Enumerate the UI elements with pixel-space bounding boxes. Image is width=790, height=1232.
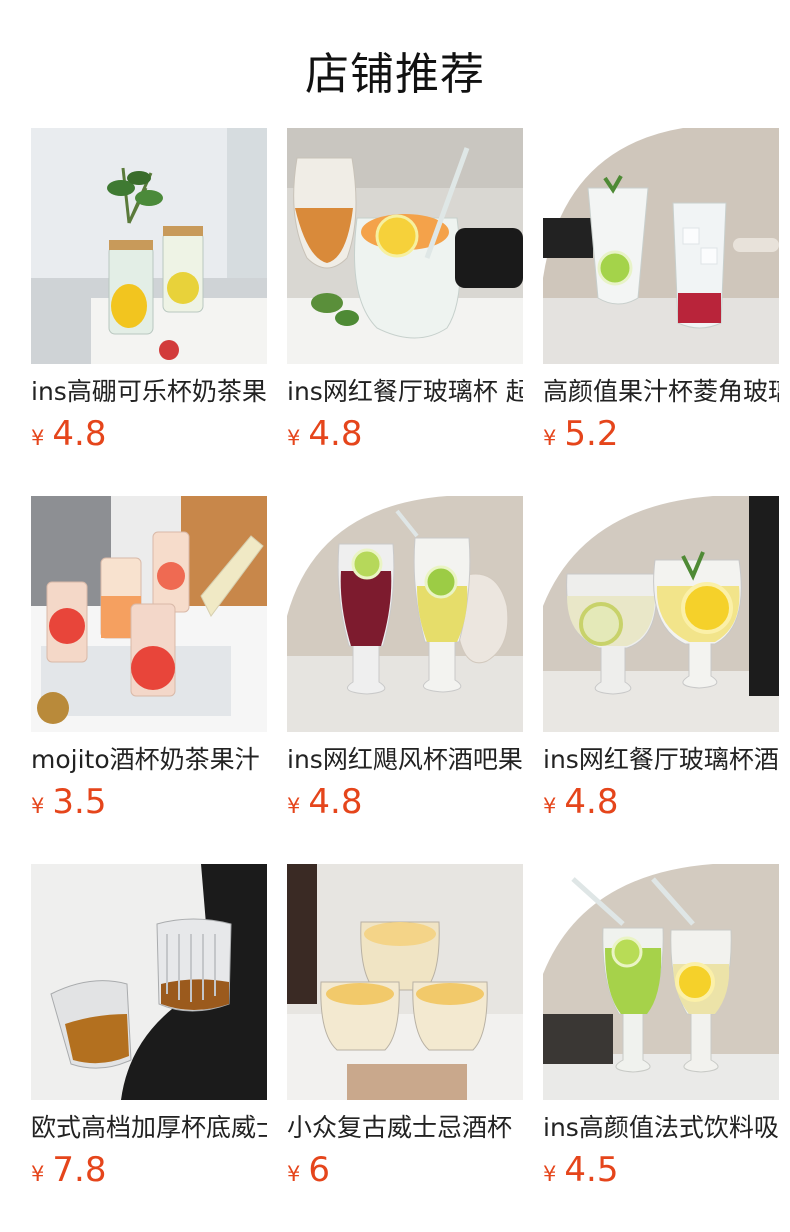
product-price: ¥4.8	[543, 782, 618, 822]
product-price: ¥6	[287, 1150, 330, 1190]
product-card[interactable]: ins网红餐厅玻璃杯酒 ¥4.8	[543, 496, 779, 864]
currency-symbol: ¥	[287, 1162, 301, 1186]
product-name[interactable]: 欧式高档加厚杯底威士	[31, 1112, 267, 1144]
product-price: ¥3.5	[31, 782, 106, 822]
product-image[interactable]	[543, 128, 779, 364]
currency-symbol: ¥	[287, 426, 301, 450]
price-value: 5.2	[564, 414, 619, 454]
product-name[interactable]: mojito酒杯奶茶果汁	[31, 744, 267, 776]
currency-symbol: ¥	[543, 1162, 557, 1186]
product-name[interactable]: ins网红飓风杯酒吧果	[287, 744, 523, 776]
price-value: 4.8	[564, 782, 619, 822]
product-image[interactable]	[543, 864, 779, 1100]
product-name[interactable]: ins高硼可乐杯奶茶果	[31, 376, 267, 408]
price-value: 6	[308, 1150, 331, 1190]
product-image[interactable]	[31, 128, 267, 364]
product-image[interactable]	[287, 864, 523, 1100]
product-price: ¥4.8	[287, 782, 362, 822]
product-card[interactable]: ins网红餐厅玻璃杯 起 ¥4.8	[287, 128, 523, 496]
price-value: 4.8	[52, 414, 107, 454]
currency-symbol: ¥	[287, 794, 301, 818]
price-value: 4.8	[308, 414, 363, 454]
currency-symbol: ¥	[31, 1162, 45, 1186]
product-price: ¥4.8	[287, 414, 362, 454]
currency-symbol: ¥	[543, 426, 557, 450]
product-price: ¥7.8	[31, 1150, 106, 1190]
product-image[interactable]	[31, 496, 267, 732]
product-card[interactable]: ins高硼可乐杯奶茶果 ¥4.8	[31, 128, 267, 496]
price-value: 4.8	[308, 782, 363, 822]
page-title: 店铺推荐	[305, 49, 485, 100]
currency-symbol: ¥	[31, 794, 45, 818]
product-name[interactable]: ins高颜值法式饮料吸	[543, 1112, 779, 1144]
product-price: ¥5.2	[543, 414, 618, 454]
product-price: ¥4.5	[543, 1150, 618, 1190]
product-image[interactable]	[31, 864, 267, 1100]
product-image[interactable]	[287, 496, 523, 732]
product-price: ¥4.8	[31, 414, 106, 454]
product-card[interactable]: ins网红飓风杯酒吧果 ¥4.8	[287, 496, 523, 864]
product-card[interactable]: 高颜值果汁杯菱角玻璃 ¥5.2	[543, 128, 779, 496]
currency-symbol: ¥	[31, 426, 45, 450]
product-name[interactable]: 高颜值果汁杯菱角玻璃	[543, 376, 779, 408]
product-name[interactable]: 小众复古威士忌酒杯	[287, 1112, 523, 1144]
product-card[interactable]: ins高颜值法式饮料吸 ¥4.5	[543, 864, 779, 1232]
product-name[interactable]: ins网红餐厅玻璃杯酒	[543, 744, 779, 776]
price-value: 3.5	[52, 782, 107, 822]
price-value: 7.8	[52, 1150, 107, 1190]
currency-symbol: ¥	[543, 794, 557, 818]
product-card[interactable]: 欧式高档加厚杯底威士 ¥7.8	[31, 864, 267, 1232]
price-value: 4.5	[564, 1150, 619, 1190]
product-grid: ins高硼可乐杯奶茶果 ¥4.8 ins网红餐厅玻璃杯 起 ¥4.8 高颜值果汁…	[31, 128, 781, 1232]
product-card[interactable]: 小众复古威士忌酒杯 ¥6	[287, 864, 523, 1232]
product-card[interactable]: mojito酒杯奶茶果汁 ¥3.5	[31, 496, 267, 864]
product-image[interactable]	[543, 496, 779, 732]
product-image[interactable]	[287, 128, 523, 364]
product-name[interactable]: ins网红餐厅玻璃杯 起	[287, 376, 523, 408]
